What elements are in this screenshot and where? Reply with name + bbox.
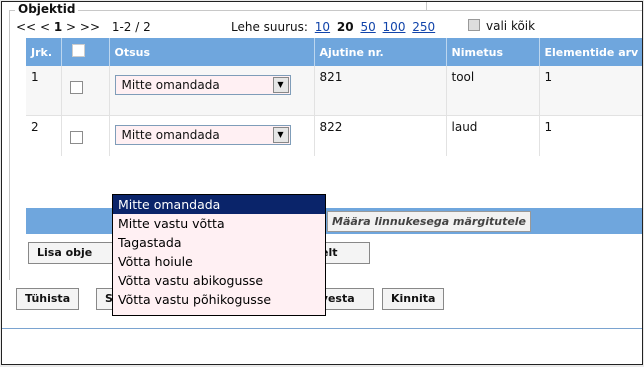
col-nimetus: Nimetus [446, 38, 540, 66]
col-otsus: Otsus [109, 38, 315, 66]
pager: << < 1 > >> 1-2 / 2 [16, 20, 151, 34]
table-header: Jrk. Otsus Ajutine nr. Nimetus Elementid… [26, 38, 642, 66]
row-checkbox[interactable] [69, 81, 83, 94]
apply-to-checked-button[interactable]: Määra linnukesega märgitutele [327, 211, 532, 232]
dropdown-option[interactable]: Mitte vastu võtta [113, 214, 325, 233]
dropdown-option[interactable]: Võtta hoiule [113, 252, 325, 271]
cell-otsus: Mitte omandada ▼ [109, 66, 315, 116]
page-size-50[interactable]: 50 [360, 20, 375, 34]
col-select [61, 38, 110, 66]
cell-ajutine-nr: 821 [314, 66, 447, 116]
cell-jrk: 2 [26, 115, 62, 156]
select-all-label: vali kõik [486, 19, 536, 33]
page-size-label: Lehe suurus: [231, 20, 308, 34]
page-size-10[interactable]: 10 [315, 20, 330, 34]
cancel-button[interactable]: Tühista [16, 288, 80, 310]
cell-select [61, 115, 110, 156]
cell-select [61, 66, 110, 116]
pager-range: 1-2 / 2 [111, 20, 151, 34]
objects-table: Jrk. Otsus Ajutine nr. Nimetus Elementid… [26, 38, 642, 156]
pager-prev[interactable]: < [40, 20, 50, 34]
pager-next[interactable]: > [66, 20, 76, 34]
header-checkbox[interactable] [71, 44, 85, 57]
table-row: 1 Mitte omandada ▼ 821 tool 1 [26, 66, 642, 116]
cell-nimetus: tool [446, 66, 540, 116]
dropdown-option[interactable]: Tagastada [113, 233, 325, 252]
decision-select-value: Mitte omandada [121, 128, 220, 142]
pager-page-current: 1 [53, 20, 63, 34]
pager-first[interactable]: << [16, 20, 36, 34]
pager-last[interactable]: >> [80, 20, 100, 34]
page-size: Lehe suurus: 10 20 50 100 250 [231, 20, 435, 34]
cell-elementide-arv: 1 [539, 115, 642, 156]
table-row: 2 Mitte omandada ▼ 822 laud 1 [26, 115, 642, 156]
row-checkbox[interactable] [69, 131, 83, 144]
bottom-divider [2, 328, 642, 329]
decision-dropdown-list[interactable]: Mitte omandada Mitte vastu võtta Tagasta… [112, 194, 326, 316]
col-jrk: Jrk. [26, 38, 62, 66]
cell-nimetus: laud [446, 115, 540, 156]
col-elementide-arv: Elementide arv [539, 38, 642, 66]
cell-ajutine-nr: 822 [314, 115, 447, 156]
col-ajutine-nr: Ajutine nr. [314, 38, 447, 66]
dropdown-option[interactable]: Mitte omandada [113, 195, 325, 214]
decision-select[interactable]: Mitte omandada ▼ [114, 75, 291, 95]
confirm-button[interactable]: Kinnita [382, 288, 445, 310]
fieldset-legend: Objektid [15, 2, 79, 16]
select-all[interactable]: vali kõik [468, 19, 535, 33]
chevron-down-icon[interactable]: ▼ [272, 77, 289, 93]
select-all-checkbox[interactable] [468, 19, 480, 31]
fieldset-border-left [9, 10, 10, 280]
dropdown-option[interactable]: Võtta vastu abikogusse [113, 271, 325, 290]
page-size-20: 20 [336, 20, 354, 34]
cell-otsus: Mitte omandada ▼ [109, 115, 315, 156]
cell-elementide-arv: 1 [539, 66, 642, 116]
page-size-100[interactable]: 100 [383, 20, 406, 34]
dropdown-option[interactable]: Võtta vastu põhikogusse [113, 290, 325, 309]
page-size-250[interactable]: 250 [412, 20, 435, 34]
objects-panel: Objektid << < 1 > >> 1-2 / 2 Lehe suurus… [1, 1, 643, 365]
cell-jrk: 1 [26, 66, 62, 116]
decision-select[interactable]: Mitte omandada ▼ [114, 125, 291, 145]
chevron-down-icon[interactable]: ▼ [272, 127, 289, 143]
fieldset-border-corner [426, 2, 642, 11]
decision-select-value: Mitte omandada [121, 78, 220, 92]
